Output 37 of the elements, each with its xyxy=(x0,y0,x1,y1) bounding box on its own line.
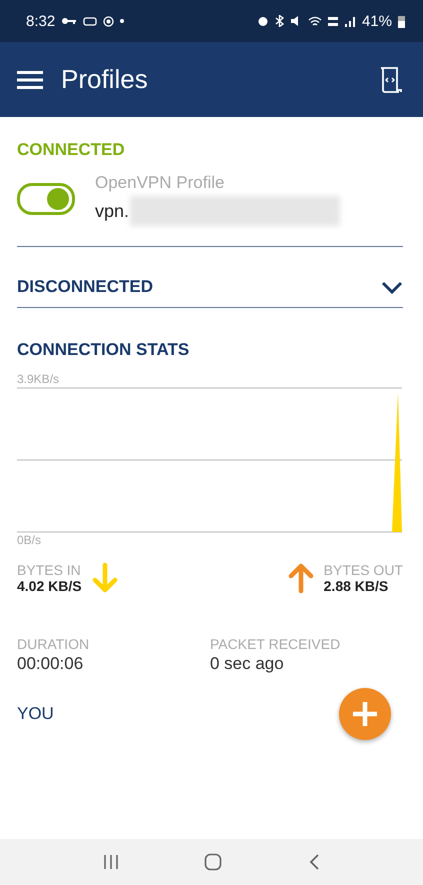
bytes-out-label: BYTES OUT xyxy=(324,562,403,578)
profile-name: OpenVPN Profile xyxy=(95,173,226,193)
duration-label: DURATION xyxy=(17,636,90,652)
target-icon xyxy=(103,16,114,26)
plus-icon xyxy=(352,701,378,727)
battery-percent: 41% xyxy=(362,12,392,30)
home-icon[interactable] xyxy=(204,853,222,871)
disconnected-header[interactable]: DISCONNECTED xyxy=(17,267,403,307)
packet-label: PACKET RECEIVED xyxy=(210,636,342,652)
section-heading: CONNECTED xyxy=(17,140,126,160)
status-time: 8:32 xyxy=(26,12,56,30)
section-heading: CONNECTION STATS xyxy=(17,340,190,360)
duration-value: 00:00:06 xyxy=(17,654,84,674)
arrow-up-icon xyxy=(288,562,314,594)
bytes-in-label: BYTES IN xyxy=(17,562,82,578)
axis-label: 0B/s xyxy=(17,533,42,548)
battery-icon xyxy=(398,14,405,28)
arrow-down-icon xyxy=(92,562,118,594)
recents-icon[interactable] xyxy=(102,854,119,870)
bytes-in-value: 4.02 KB/S xyxy=(17,578,82,594)
section-heading: YOU xyxy=(17,704,54,724)
packet-value: 0 sec ago xyxy=(210,654,285,674)
server-address: vpn. xyxy=(95,200,130,222)
signal-icon xyxy=(344,16,356,26)
bluetooth-icon xyxy=(274,15,284,27)
axis-label: 3.9KB/s xyxy=(17,372,60,387)
key-icon xyxy=(61,17,78,25)
profile-toggle[interactable] xyxy=(17,183,75,215)
card-icon xyxy=(83,16,98,26)
app-title: Profiles xyxy=(61,64,148,95)
script-icon[interactable] xyxy=(379,66,403,92)
wifi-icon xyxy=(308,16,322,26)
menu-icon[interactable] xyxy=(17,70,43,88)
back-icon[interactable] xyxy=(308,854,320,870)
section-heading: DISCONNECTED xyxy=(17,277,154,297)
bytes-out-value: 2.88 KB/S xyxy=(324,578,390,594)
dot-icon xyxy=(120,19,124,23)
